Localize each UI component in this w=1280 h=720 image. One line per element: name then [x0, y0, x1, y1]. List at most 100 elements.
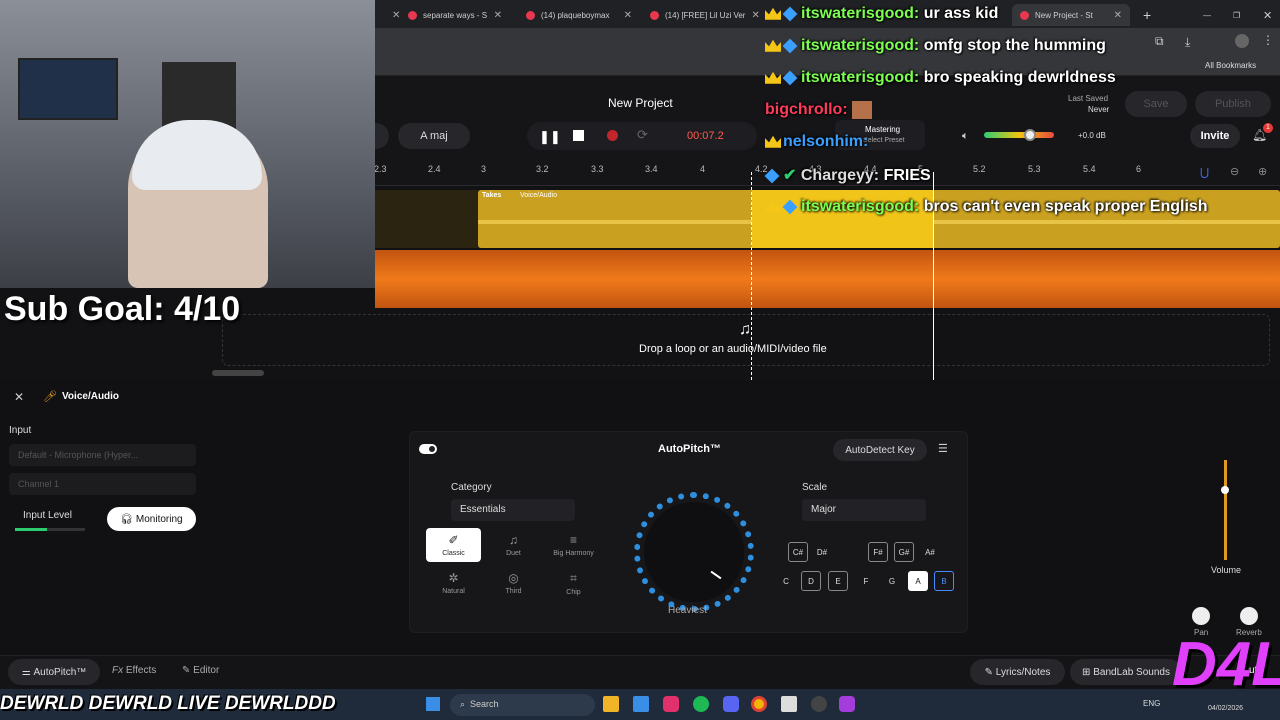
record-button[interactable] [607, 130, 618, 141]
close-icon[interactable]: ✕ [624, 10, 632, 21]
file-explorer-icon[interactable] [603, 696, 619, 712]
close-icon[interactable]: ✕ [494, 10, 502, 21]
instagram-icon[interactable] [663, 696, 679, 712]
master-volume-handle[interactable] [1024, 129, 1036, 141]
key-e[interactable]: E [828, 571, 848, 591]
key-d-sharp[interactable]: D# [812, 542, 832, 562]
key-g[interactable]: G [882, 571, 902, 591]
discord-icon[interactable] [723, 696, 739, 712]
key-f-sharp[interactable]: F# [868, 542, 888, 562]
category-chip[interactable]: ⌗ Chip [546, 566, 601, 600]
tab-close-icon[interactable]: ✕ [384, 4, 400, 26]
category-third[interactable]: ◎ Third [486, 566, 541, 600]
scale-select[interactable]: Major [802, 499, 926, 521]
stop-button[interactable] [573, 130, 584, 141]
save-button[interactable]: Save [1125, 91, 1187, 117]
maximize-button[interactable]: ❐ [1225, 4, 1243, 26]
editor-tab[interactable]: ✎ Editor [182, 665, 219, 676]
drop-zone[interactable]: ♫ Drop a loop or an audio/MIDI/video fil… [222, 314, 1270, 366]
transport-bar: ❚❚ ⟳ 00:07.2 [527, 122, 757, 150]
key-b[interactable]: B [934, 571, 954, 591]
project-title[interactable]: New Project [608, 96, 673, 110]
category-natural[interactable]: ✲ Natural [426, 566, 481, 600]
app-icon[interactable] [839, 696, 855, 712]
autopitch-tab[interactable]: ⚌ AutoPitch™ [8, 659, 100, 685]
ruler-tick: 3.3 [591, 164, 604, 174]
windows-start-icon[interactable] [426, 697, 440, 711]
pan-knob[interactable] [1192, 607, 1210, 625]
publish-button[interactable]: Publish [1195, 91, 1271, 117]
category-duet[interactable]: ♫ Duet [486, 528, 541, 562]
more-menu-icon[interactable]: ⋮ [1262, 33, 1274, 47]
chat-message: itswaterisgood: bro speaking dewrldness [765, 69, 1116, 87]
close-icon[interactable]: ✕ [1114, 10, 1122, 21]
effects-tab[interactable]: Fx Effects [112, 665, 156, 676]
lyrics-notes-button[interactable]: ✎ Lyrics/Notes [970, 659, 1065, 685]
crown-icon [765, 200, 781, 213]
download-icon[interactable]: ⤓ [1185, 35, 1190, 50]
key-d[interactable]: D [801, 571, 821, 591]
tab-lil-uzi[interactable]: (14) [FREE] Lil Uzi Ver ✕ [642, 4, 760, 26]
tab-new-project[interactable]: New Project - St ✕ [1012, 4, 1130, 26]
autopitch-toggle[interactable] [419, 444, 437, 454]
volume-fader-track[interactable] [1224, 460, 1227, 560]
store-icon[interactable] [633, 696, 649, 712]
key-a[interactable]: A [908, 571, 928, 591]
taskbar-date[interactable]: 04/02/2026 [1208, 705, 1243, 712]
category-select[interactable]: Essentials [451, 499, 575, 521]
natural-icon: ✲ [448, 571, 459, 585]
close-panel-button[interactable]: ✕ [14, 390, 24, 404]
chrome-icon[interactable] [751, 696, 767, 712]
close-icon[interactable]: ✕ [751, 10, 759, 21]
loop-start-marker[interactable] [751, 172, 752, 380]
tempo-button[interactable] [375, 123, 389, 149]
reverb-knob[interactable] [1240, 607, 1258, 625]
pause-button[interactable]: ❚❚ [539, 129, 561, 145]
key-c-sharp[interactable]: C# [788, 542, 808, 562]
horizontal-scrollbar[interactable] [212, 370, 264, 376]
sub-goal-text: Sub Goal: 4/10 [4, 290, 241, 328]
key-button[interactable]: A maj [398, 123, 470, 149]
category-big-harmony[interactable]: ≡ Big Harmony [546, 528, 601, 562]
tab-separate-ways[interactable]: separate ways - S ✕ [400, 4, 510, 26]
bandlab-sounds-button[interactable]: ⊞ BandLab Sounds [1070, 659, 1182, 685]
volume-label: Volume [1211, 565, 1242, 575]
obs-icon[interactable] [811, 696, 827, 712]
new-tab-button[interactable]: + [1135, 4, 1155, 26]
key-c[interactable]: C [776, 571, 796, 591]
settings-sliders-icon[interactable]: ☰ [938, 442, 948, 455]
audio-region-beat[interactable] [375, 250, 1280, 308]
language-indicator[interactable]: ENG [1143, 699, 1160, 708]
input-device-select[interactable]: Default - Microphone (Hyper... [9, 444, 196, 466]
magnet-icon[interactable]: ⋃ [1200, 166, 1209, 179]
zoom-in-icon[interactable]: ⊕ [1258, 165, 1267, 178]
volume-fader-handle[interactable] [1221, 486, 1229, 494]
profile-avatar[interactable] [1235, 34, 1249, 48]
key-f[interactable]: F [856, 571, 876, 591]
master-volume-slider[interactable] [984, 132, 1054, 138]
badge-icon [782, 38, 798, 54]
window-close-button[interactable]: ✕ [1255, 4, 1273, 26]
chat-message: itswaterisgood: bros can't even speak pr… [765, 198, 1208, 216]
bottom-toolbar: ⚌ AutoPitch™ Fx Effects ✎ Editor ✎ Lyric… [0, 655, 1280, 689]
monitoring-button[interactable]: 🎧︎ Monitoring [107, 507, 196, 531]
zoom-out-icon[interactable]: ⊖ [1230, 165, 1239, 178]
key-g-sharp[interactable]: G# [894, 542, 914, 562]
extensions-icon[interactable]: ⧉ [1155, 34, 1164, 49]
input-channel-select[interactable]: Channel 1 [9, 473, 196, 495]
loop-icon[interactable]: ⟳ [637, 127, 648, 143]
sliders-icon: ⚌ [21, 666, 34, 678]
tab-plaqueboymax[interactable]: (14) plaqueboymax ✕ [518, 4, 640, 26]
speaker-icon[interactable]: 🔈︎ [962, 130, 969, 143]
invite-button[interactable]: Invite [1190, 124, 1240, 148]
master-db-readout: +0.0 dB [1078, 131, 1106, 140]
taskbar-search[interactable]: ⌕ Search [450, 694, 595, 716]
capcut-icon[interactable] [781, 696, 797, 712]
key-a-sharp[interactable]: A# [920, 542, 940, 562]
minimize-button[interactable]: — [1195, 4, 1213, 26]
spotify-icon[interactable] [693, 696, 709, 712]
heaviness-knob[interactable] [644, 502, 744, 602]
autodetect-key-button[interactable]: AutoDetect Key [833, 439, 927, 461]
all-bookmarks-link[interactable]: All Bookmarks [1205, 61, 1256, 70]
category-classic[interactable]: ✐ Classic [426, 528, 481, 562]
